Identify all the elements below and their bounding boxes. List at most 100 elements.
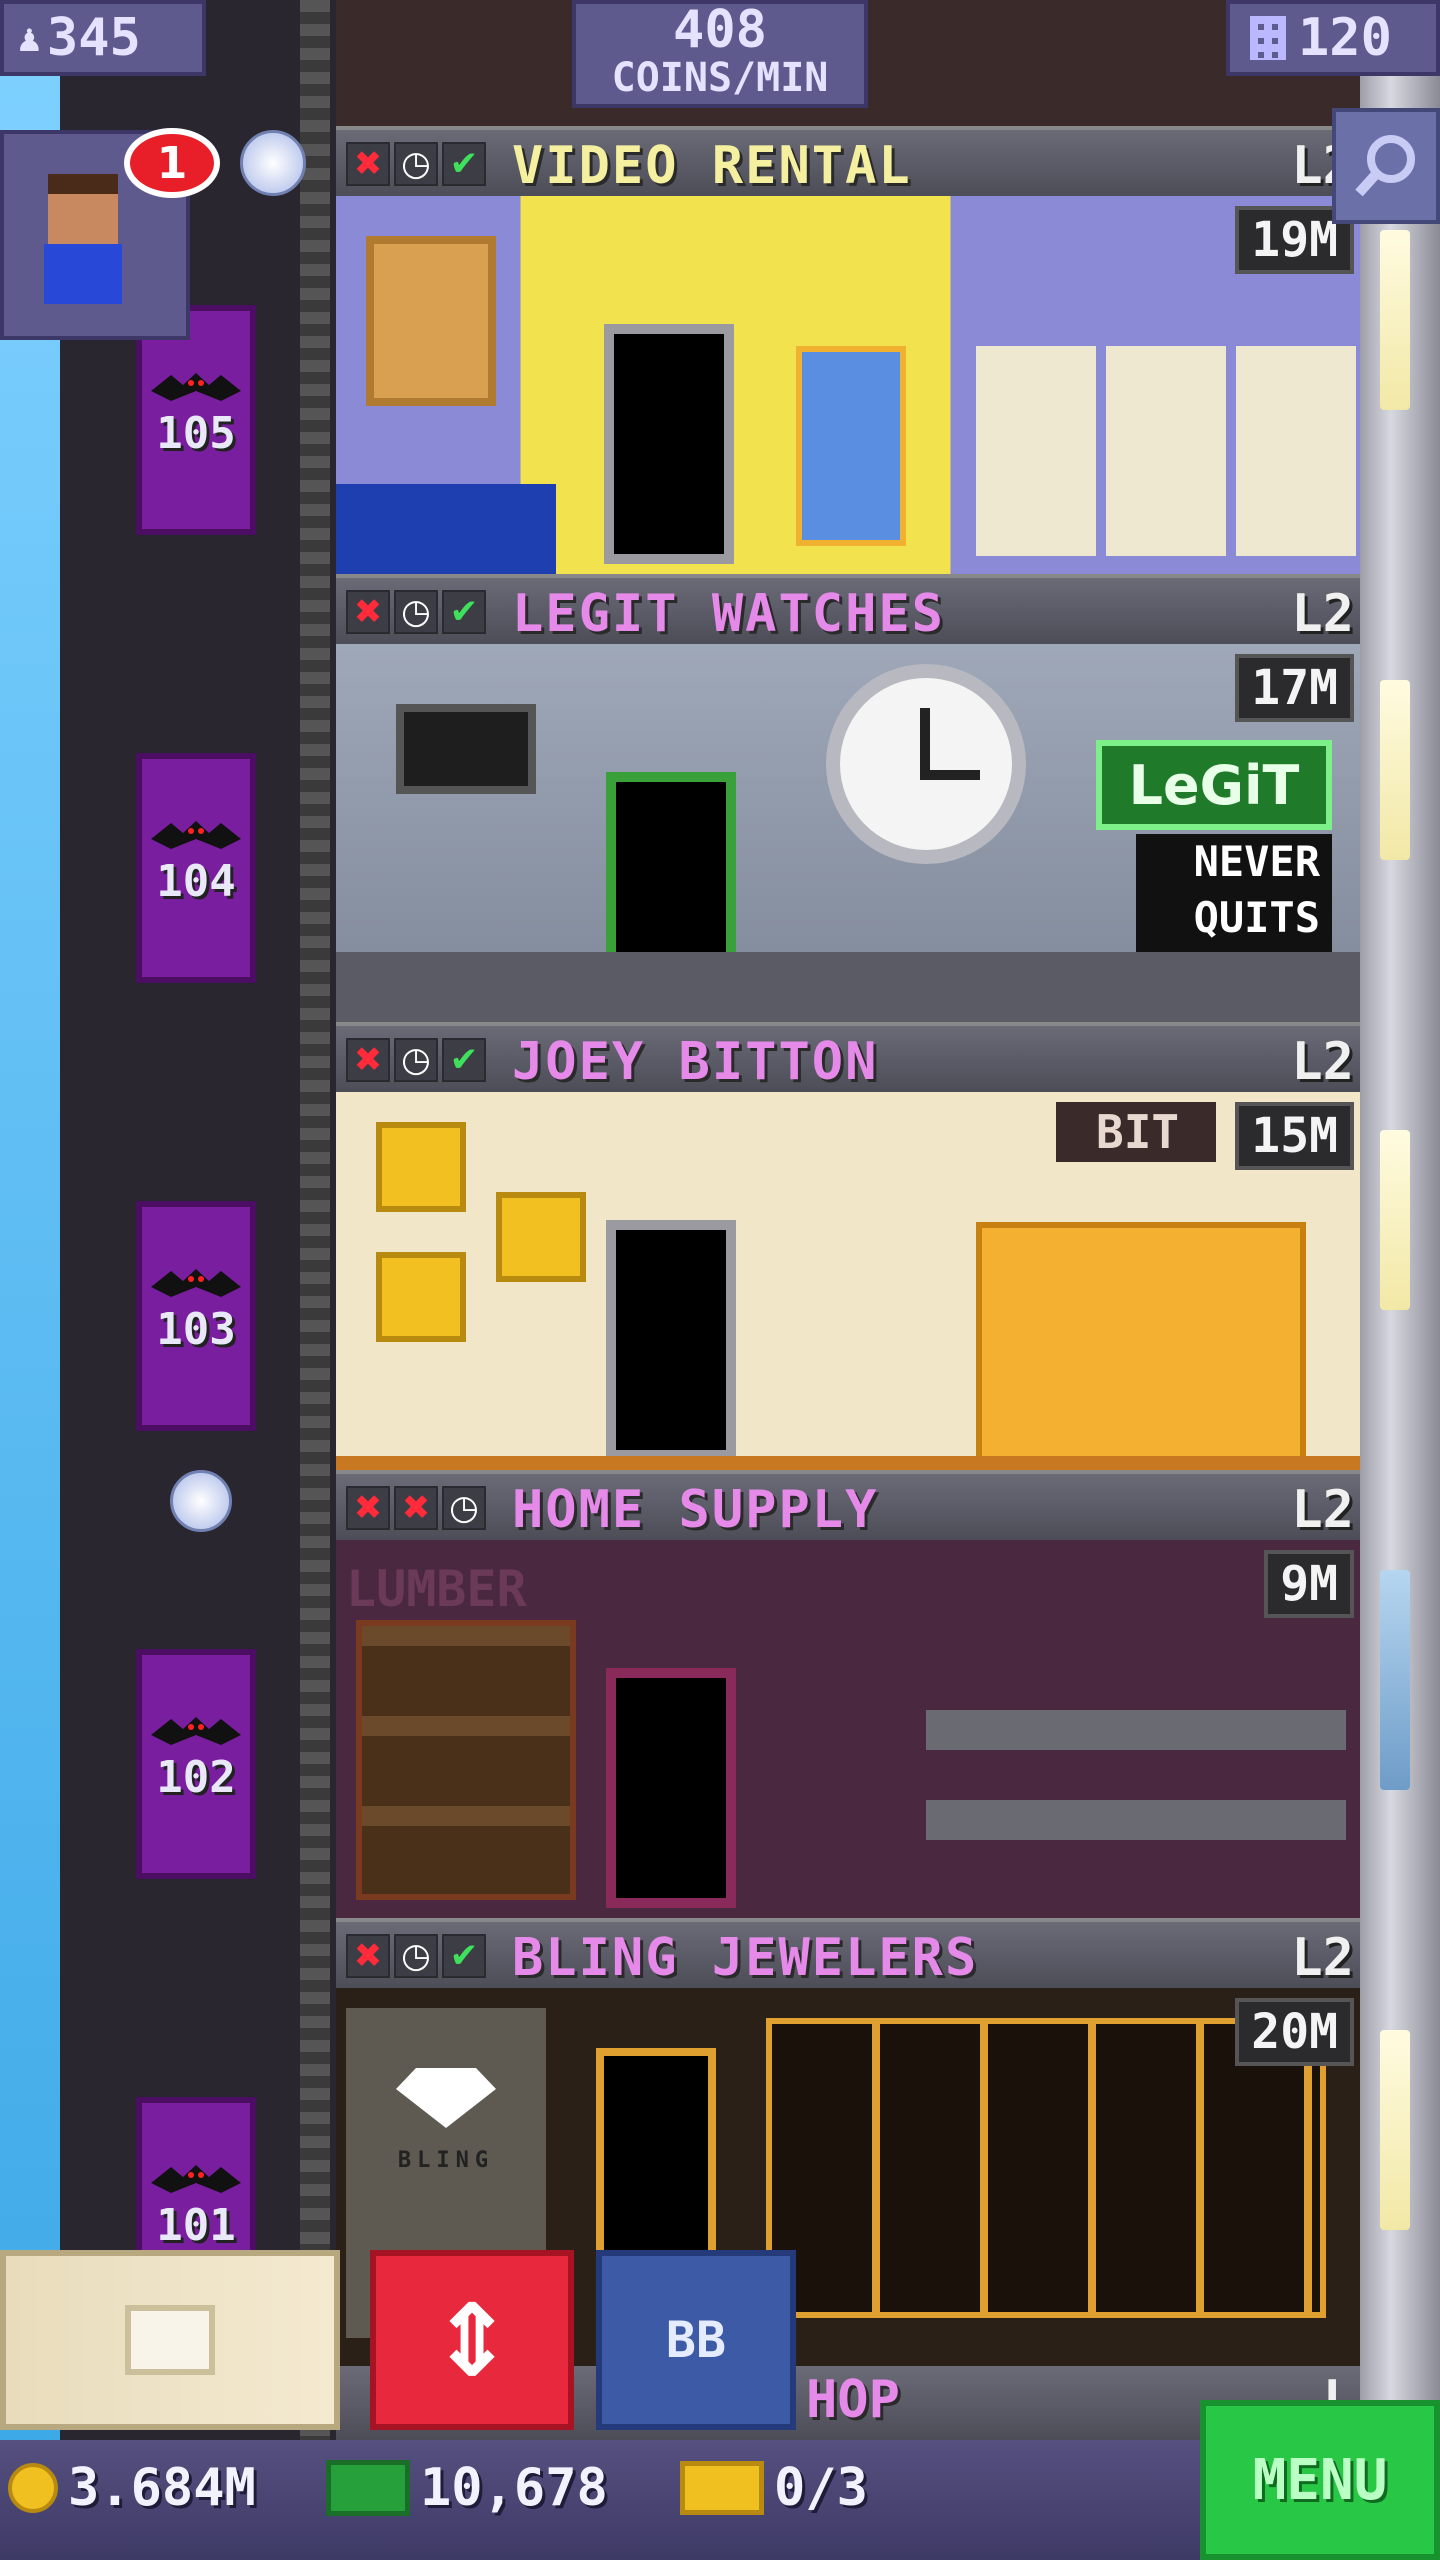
floor-level: L2: [1291, 1928, 1354, 1988]
clock-icon: ◷: [394, 590, 438, 634]
never-quits-sign: NEVER QUITS: [1136, 834, 1332, 954]
menu-button[interactable]: MENU: [1200, 2400, 1440, 2560]
floor-level: L2: [1291, 1032, 1354, 1092]
floor-name: BLING JEWELERS: [512, 1928, 979, 1988]
shaft-floor-number: 104: [156, 856, 236, 907]
counter: [336, 484, 556, 574]
check-icon: ✔: [442, 142, 486, 186]
floor-name: JOEY BITTON: [512, 1032, 879, 1092]
zoom-button[interactable]: [1332, 108, 1440, 224]
shaft-floor-number: 102: [156, 1752, 236, 1803]
avatar-body: [44, 244, 122, 304]
poster: [366, 236, 496, 406]
floor-header: ✖ ◷ ✔ BLING JEWELERS L2: [336, 1918, 1360, 1988]
floor-trim: [336, 1456, 1360, 1470]
bat-icon: [151, 2165, 241, 2193]
shaft-floor-104[interactable]: 104: [136, 753, 256, 983]
person-icon: ♟: [18, 16, 41, 60]
floor-value: 17M: [1235, 654, 1354, 722]
clock-icon: ◷: [394, 1934, 438, 1978]
arcade-machine: [796, 346, 906, 546]
floor-level: L2: [1291, 1480, 1354, 1540]
shelf: [976, 346, 1096, 556]
door: [604, 324, 734, 564]
coins-balance[interactable]: 3.684M: [8, 2458, 256, 2518]
elevator-arrows-icon: ⇕: [430, 2281, 514, 2399]
shaft-floor-number: 101: [156, 2200, 236, 2251]
shaft-floor-102[interactable]: 102: [136, 1649, 256, 1879]
wall-window: [1380, 680, 1410, 860]
shaft-floor-number: 103: [156, 1304, 236, 1355]
frame: [376, 1252, 466, 1342]
floor-home-supply[interactable]: LUMBER ✖ ✖ ◷ HOME SUPPLY L2 9M: [336, 1470, 1360, 1918]
status-icons: ✖ ◷ ✔: [346, 1934, 486, 1978]
floor-name: LEGIT WATCHES: [512, 584, 945, 644]
floor-header: ✖ ✖ ◷ HOME SUPPLY L2: [336, 1470, 1360, 1540]
elevator-button[interactable]: ⇕: [370, 2250, 574, 2430]
gem-icon[interactable]: [240, 130, 306, 196]
door: [606, 1668, 736, 1908]
bat-icon: [151, 1269, 241, 1297]
tickets-counter[interactable]: 0/3: [680, 2458, 868, 2518]
display-counter: [336, 952, 1360, 1022]
coins-value: 3.684M: [68, 2458, 256, 2518]
building-icon: [1250, 16, 1286, 60]
tickets-value: 0/3: [774, 2458, 868, 2518]
shaft-floor-103[interactable]: 103: [136, 1201, 256, 1431]
status-icons: ✖ ◷ ✔: [346, 590, 486, 634]
bux-balance[interactable]: 10,678: [326, 2458, 608, 2518]
x-icon: ✖: [346, 1486, 390, 1530]
floor-level: L2: [1291, 584, 1354, 644]
floor-legit-watches[interactable]: LeGiT NEVER QUITS ✖ ◷ ✔ LEGIT WATCHES L2…: [336, 574, 1360, 1022]
bux-icon: [326, 2460, 410, 2516]
shaft-floor-number: 105: [156, 408, 236, 459]
floor-joey-bitton[interactable]: BIT ✖ ◷ ✔ JOEY BITTON L2 15M: [336, 1022, 1360, 1470]
shelf: [1106, 346, 1226, 556]
frame: [376, 1122, 466, 1212]
bat-icon: [151, 1717, 241, 1745]
status-icons: ✖ ◷ ✔: [346, 1038, 486, 1082]
x-icon: ✖: [346, 1038, 390, 1082]
store-sign: LUMBER: [346, 1560, 527, 1618]
population-counter[interactable]: ♟ 345: [0, 0, 206, 76]
ticket-icon: [680, 2461, 764, 2515]
floor-header: ✖ ◷ ✔ JOEY BITTON L2: [336, 1022, 1360, 1092]
wall-window: [1380, 230, 1410, 410]
bux-value: 10,678: [420, 2458, 608, 2518]
wall-window: [1380, 2030, 1410, 2230]
floor-name: VIDEO RENTAL: [512, 136, 912, 196]
coins-per-min-display: 408 COINS/MIN: [572, 0, 868, 108]
clock-icon: [826, 664, 1026, 864]
gem-icon[interactable]: [170, 1470, 232, 1532]
x-icon: ✖: [346, 142, 390, 186]
crate-stack-button[interactable]: [0, 2250, 340, 2430]
x-icon: ✖: [346, 1934, 390, 1978]
clock-icon: ◷: [442, 1486, 486, 1530]
room-interior: LUMBER: [336, 1540, 1360, 1918]
bitbook-button[interactable]: BB: [596, 2250, 796, 2430]
floor-value: 15M: [1235, 1102, 1354, 1170]
sky: [0, 0, 60, 2560]
population-value: 345: [46, 8, 141, 68]
check-icon: ✔: [442, 1934, 486, 1978]
crate-icon: [125, 2305, 215, 2375]
wall-window: [1380, 1130, 1410, 1310]
x-icon: ✖: [394, 1486, 438, 1530]
room-interior: [336, 196, 1360, 574]
floors-counter[interactable]: 120: [1226, 0, 1440, 76]
check-icon: ✔: [442, 1038, 486, 1082]
bag-shelf: [976, 1222, 1306, 1462]
coin-icon: [8, 2463, 58, 2513]
wall-window: [1380, 1570, 1410, 1790]
floor-video-rental[interactable]: ✖ ◷ ✔ VIDEO RENTAL L2 19M: [336, 126, 1360, 574]
tool-shelf: [926, 1800, 1346, 1840]
coins-per-min-unit: COINS/MIN: [611, 55, 829, 101]
legit-sign: LeGiT: [1096, 740, 1332, 830]
notification-badge[interactable]: 1: [124, 128, 220, 198]
room-interior: BIT: [336, 1092, 1360, 1470]
tool-shelf: [926, 1710, 1346, 1750]
clock-icon: ◷: [394, 142, 438, 186]
status-icons: ✖ ◷ ✔: [346, 142, 486, 186]
magnifier-icon: [1355, 135, 1415, 197]
coins-per-min-value: 408: [673, 0, 767, 60]
